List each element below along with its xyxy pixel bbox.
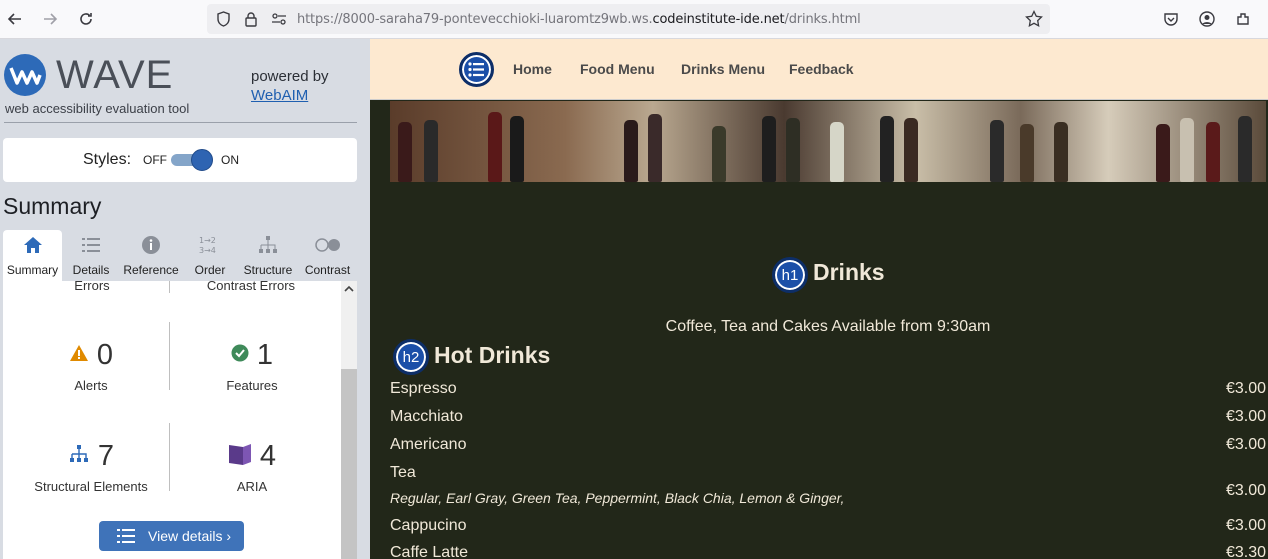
styles-label: Styles: — [83, 151, 132, 168]
pocket-icon[interactable] — [1159, 7, 1183, 31]
contrast-icon — [298, 230, 357, 260]
divider — [4, 122, 357, 123]
menu-item-description: Regular, Earl Gray, Green Tea, Peppermin… — [390, 490, 845, 506]
menu-item-price: €3.00 — [1225, 380, 1266, 397]
tab-label: Summary — [6, 263, 59, 277]
page-viewport: Home Food Menu Drinks Menu Feedback h1 D… — [370, 39, 1268, 559]
aria-count: 4 — [259, 440, 277, 472]
lock-icon[interactable] — [244, 11, 258, 32]
structure-icon — [68, 444, 90, 469]
list-icon — [117, 528, 136, 547]
view-details-button[interactable]: View details › — [99, 521, 244, 551]
forward-button[interactable] — [38, 7, 62, 31]
nav-home-link[interactable]: Home — [513, 61, 552, 77]
url-text: https://8000-saraha79-pontevecchioki-lua… — [297, 12, 861, 27]
tab-label: Reference — [123, 263, 179, 277]
nav-feedback-link[interactable]: Feedback — [789, 61, 854, 77]
scrollbar-thumb[interactable] — [341, 369, 357, 559]
shield-icon[interactable] — [216, 11, 231, 32]
tab-order[interactable]: 1→2 3→4 Order — [182, 230, 238, 281]
list-icon — [62, 230, 120, 260]
svg-text:1→2: 1→2 — [199, 236, 216, 245]
menu-item-price: €3.00 — [1225, 408, 1266, 425]
structural-count: 7 — [97, 440, 115, 472]
aria-icon — [228, 443, 252, 470]
menu-item-name: Macchiato — [390, 408, 463, 425]
stat-aria[interactable]: 4 ARIA — [169, 440, 335, 494]
order-icon: 1→2 3→4 — [182, 230, 238, 260]
contrast-errors-label: Contrast Errors — [206, 278, 296, 293]
divider — [169, 281, 170, 293]
menu-item-name: Tea — [390, 464, 416, 481]
panel-title: Summary — [3, 193, 102, 219]
section-heading: Hot Drinks — [434, 342, 551, 368]
bookmark-star-icon[interactable] — [1025, 9, 1043, 33]
menu-item-name: Espresso — [390, 380, 457, 397]
permissions-icon[interactable] — [271, 12, 287, 31]
view-details-label: View details › — [148, 528, 232, 544]
page-title: Drinks — [813, 259, 885, 285]
menu-item-price: €3.00 — [1225, 436, 1266, 453]
features-label: Features — [226, 378, 278, 393]
webaim-link[interactable]: WebAIM — [251, 87, 308, 104]
structural-label: Structural Elements — [34, 479, 148, 494]
tab-label: Order — [194, 263, 226, 277]
wave-list-icon[interactable] — [459, 52, 494, 87]
structure-icon — [238, 230, 298, 260]
site-navbar: Home Food Menu Drinks Menu Feedback — [370, 39, 1268, 100]
extensions-icon[interactable] — [1231, 7, 1255, 31]
url-bar[interactable]: https://8000-saraha79-pontevecchioki-lua… — [207, 4, 1050, 34]
hero-image — [390, 101, 1266, 182]
tab-structure[interactable]: Structure — [238, 230, 298, 281]
powered-by-label: powered by — [251, 68, 329, 85]
info-icon — [120, 230, 182, 260]
account-icon[interactable] — [1195, 7, 1219, 31]
wave-title: WAVE — [56, 53, 174, 97]
nav-drinks-menu-link[interactable]: Drinks Menu — [681, 61, 765, 77]
tab-contrast[interactable]: Contrast — [298, 230, 357, 281]
errors-label: Errors — [74, 278, 110, 293]
styles-toggle-knob[interactable] — [191, 149, 213, 171]
menu-item-price: €3.00 — [1225, 517, 1266, 534]
alert-icon — [69, 344, 89, 367]
heading-h1-badge[interactable]: h1 — [772, 257, 808, 293]
wave-logo-icon — [4, 54, 46, 96]
alerts-count: 0 — [96, 339, 114, 371]
wave-sidebar: WAVE web accessibility evaluation tool p… — [0, 39, 370, 559]
feature-icon — [231, 344, 249, 367]
menu-item-price: €3.00 — [1225, 482, 1266, 499]
home-icon — [3, 230, 62, 260]
tab-details[interactable]: Details — [62, 230, 120, 281]
wave-tabs: Summary Details Reference 1→2 3→4 Order S… — [3, 230, 357, 281]
tab-label: Contrast — [304, 263, 351, 277]
tab-label: Structure — [243, 263, 293, 277]
reload-button[interactable] — [74, 7, 98, 31]
stat-structural-elements[interactable]: 7 Structural Elements — [8, 440, 174, 494]
features-count: 1 — [256, 339, 274, 371]
tab-reference[interactable]: Reference — [120, 230, 182, 281]
styles-toggle-box: Styles: OFF ON — [3, 138, 357, 182]
wave-subtitle: web accessibility evaluation tool — [5, 101, 190, 116]
nav-food-menu-link[interactable]: Food Menu — [580, 61, 655, 77]
menu-item-name: Americano — [390, 436, 467, 453]
menu-item-price: €3.30 — [1225, 544, 1266, 559]
alerts-label: Alerts — [74, 378, 108, 393]
tab-label: Details — [72, 263, 110, 277]
back-button[interactable] — [3, 7, 27, 31]
svg-text:3→4: 3→4 — [199, 246, 216, 255]
hours-tagline: Coffee, Tea and Cakes Available from 9:3… — [665, 318, 991, 335]
summary-panel: Errors Contrast Errors 0 Alerts 1 Featur… — [3, 278, 357, 559]
stat-alerts[interactable]: 0 Alerts — [8, 339, 174, 393]
stat-features[interactable]: 1 Features — [169, 339, 335, 393]
toggle-on-label: ON — [221, 153, 239, 167]
toggle-off-label: OFF — [143, 153, 167, 167]
menu-item-name: Cappucino — [390, 517, 467, 534]
heading-h2-badge[interactable]: h2 — [393, 339, 429, 375]
browser-toolbar: https://8000-saraha79-pontevecchioki-lua… — [0, 0, 1268, 39]
menu-item-name: Caffe Latte — [390, 544, 468, 559]
tab-summary[interactable]: Summary — [3, 230, 62, 281]
aria-label: ARIA — [236, 479, 268, 494]
chevron-up-icon[interactable] — [343, 283, 355, 298]
